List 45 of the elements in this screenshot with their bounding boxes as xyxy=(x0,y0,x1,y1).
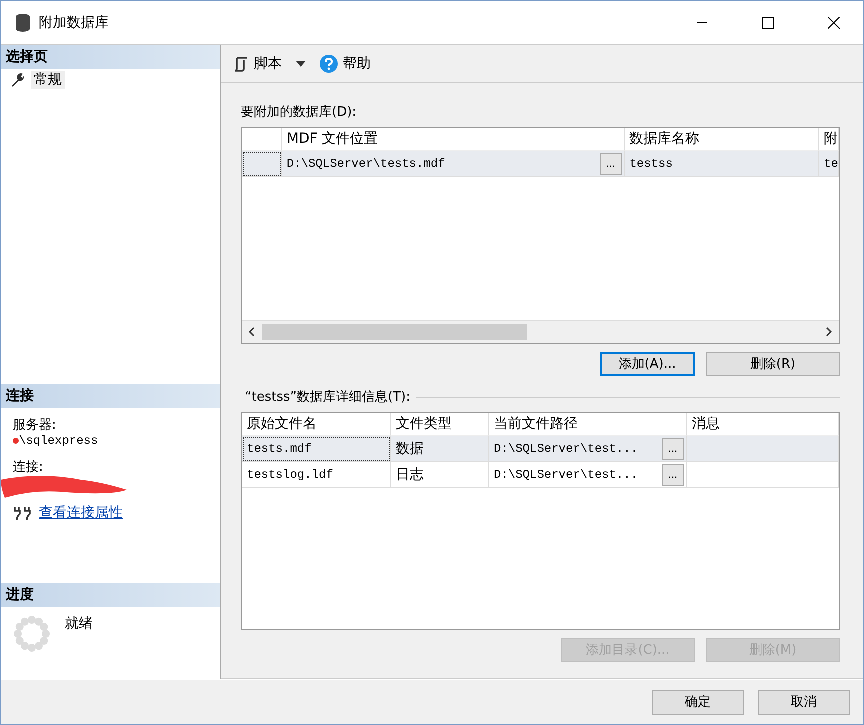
help-icon[interactable] xyxy=(320,54,338,72)
group-label: “testss”数据库详细信息(T): xyxy=(245,389,410,406)
grid-label: 要附加的数据库(D): xyxy=(241,104,358,121)
dialog-button[interactable]: 添加(A)... xyxy=(600,352,695,376)
table-cell-text: testslog.ldf xyxy=(247,468,334,482)
wrench-icon xyxy=(11,73,25,87)
spinner-icon xyxy=(13,615,51,653)
script-icon[interactable] xyxy=(233,56,249,72)
maximize-icon[interactable] xyxy=(762,16,774,28)
table-cell-text: D:\SQLServer\test... xyxy=(494,468,640,482)
horizontal-scrollbar[interactable] xyxy=(242,320,839,343)
table-cell-text: 日志 xyxy=(396,466,425,484)
connection-label: 连接: xyxy=(13,459,44,476)
table-cell-text: D:\SQLServer\test... xyxy=(494,442,640,456)
grid-row[interactable]: tests.mdf 数据 D:\SQLServer\test... ... xyxy=(242,436,839,462)
progress-status: 就绪 xyxy=(65,615,93,634)
table-cell: te xyxy=(824,156,838,170)
database-icon xyxy=(15,12,31,32)
section-header: 连接 xyxy=(1,384,220,408)
table-cell-text: D:\SQLServer\tests.mdf xyxy=(286,156,446,170)
grid-row[interactable]: testslog.ldf 日志 D:\SQLServer\test... ... xyxy=(242,462,839,488)
connection-properties-link[interactable]: 查看连接属性 xyxy=(39,504,123,522)
table-cell-text: 数据 xyxy=(396,440,425,458)
dropdown-caret-icon[interactable] xyxy=(296,60,306,66)
plug-icon xyxy=(13,505,33,521)
dialog-button[interactable]: 确定 xyxy=(652,690,744,714)
window-title: 附加数据库 xyxy=(39,14,110,32)
dialog-button[interactable]: 删除(R) xyxy=(706,352,840,376)
server-name: \sqlexpress xyxy=(19,434,98,448)
table-cell-text: tests.mdf xyxy=(247,442,313,456)
browse-button[interactable]: ... xyxy=(600,152,622,174)
section-header: 选择页 xyxy=(1,45,220,69)
sidebar-item[interactable]: 常规 xyxy=(31,71,65,89)
row-header-cell xyxy=(242,151,282,177)
help-button[interactable]: 帮助 xyxy=(318,54,373,72)
section-header: 进度 xyxy=(1,583,220,607)
dialog-button[interactable]: 取消 xyxy=(758,690,850,714)
server-label: 服务器: xyxy=(13,417,58,434)
browse-button[interactable]: ... xyxy=(662,464,684,486)
table-cell-text: testss xyxy=(630,156,674,170)
redaction-dot xyxy=(13,437,19,445)
close-icon[interactable] xyxy=(828,16,840,28)
browse-button[interactable]: ... xyxy=(662,438,684,460)
script-button[interactable]: 脚本 xyxy=(231,54,284,72)
grid-row[interactable]: D:\SQLServer\tests.mdf ... testss te xyxy=(242,151,839,177)
